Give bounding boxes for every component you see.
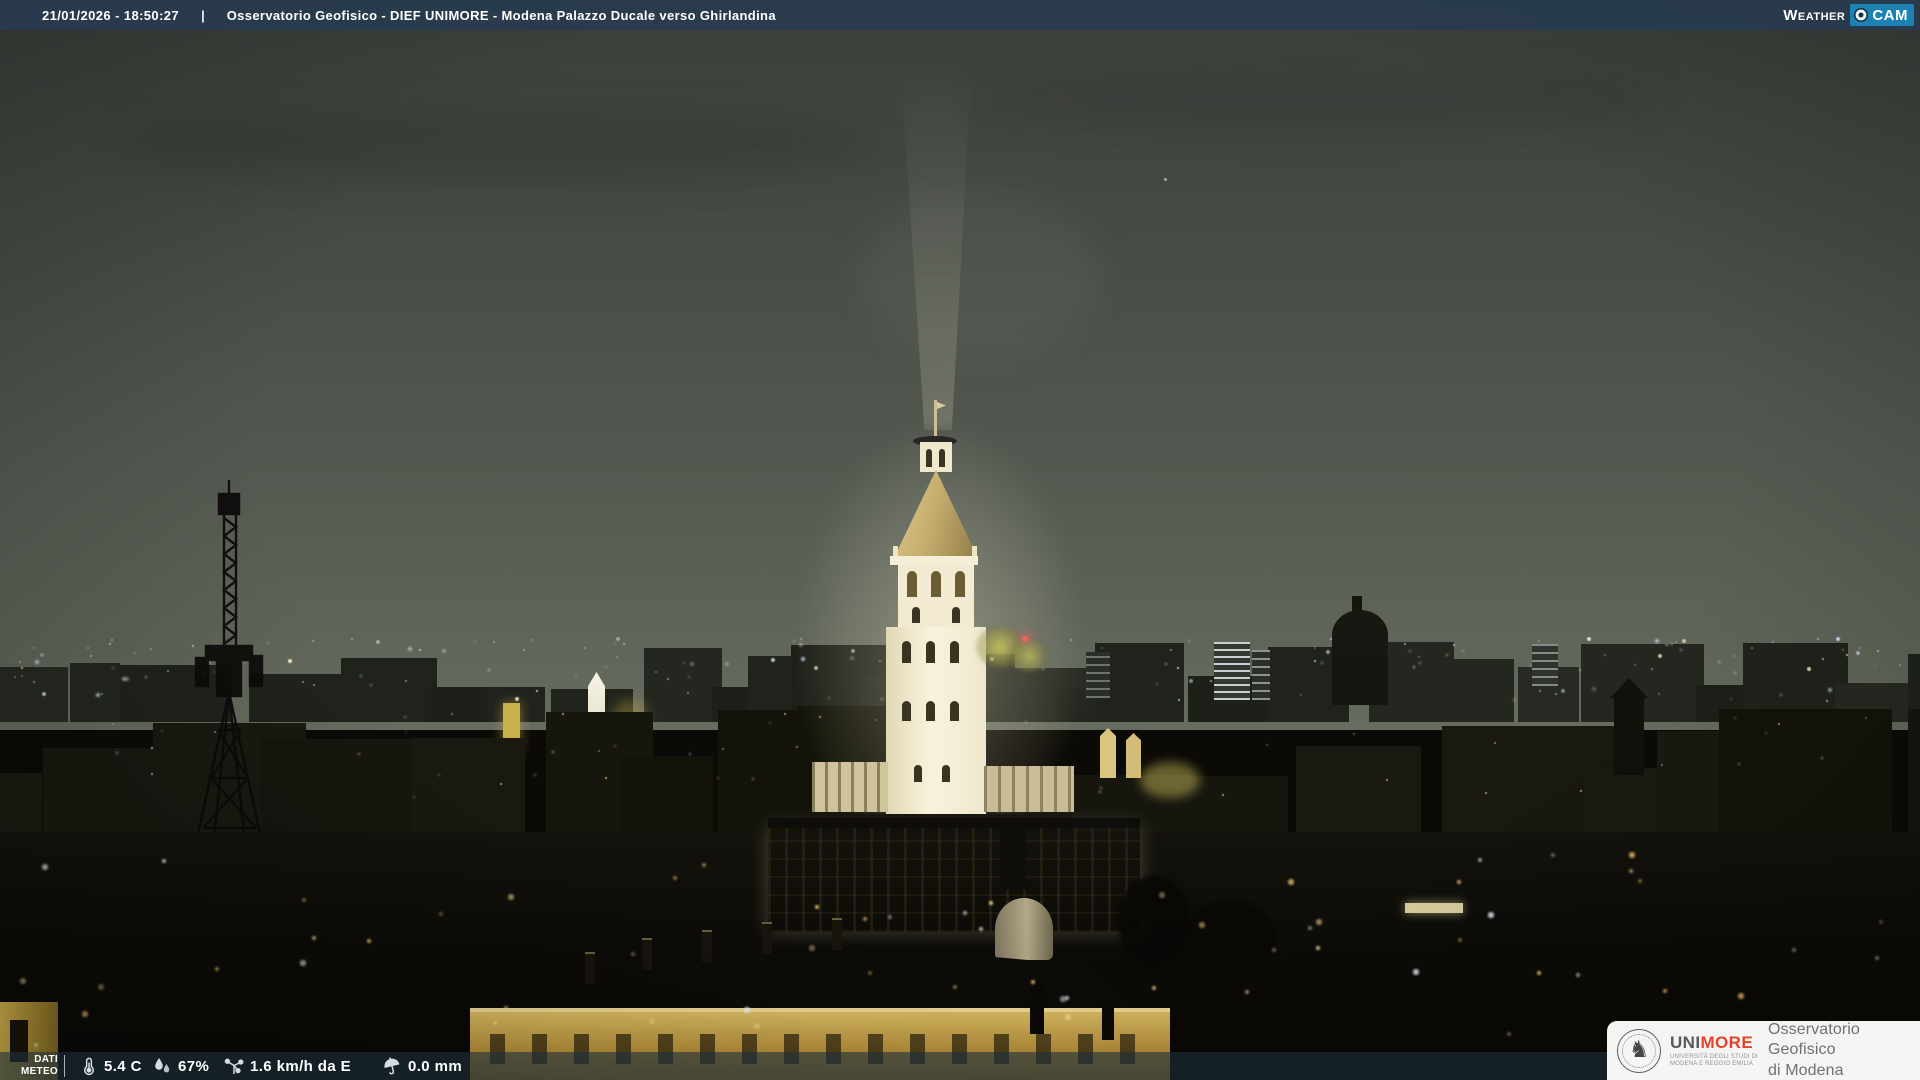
thermometer-icon (84, 1057, 94, 1076)
weathercam-cam-text: CAM (1872, 6, 1908, 24)
star-speck (1164, 178, 1167, 181)
anemometer-icon (224, 1058, 244, 1074)
chimney (702, 930, 712, 962)
twin-tower (1100, 728, 1116, 778)
tower-belfry (898, 565, 974, 627)
chimney (832, 918, 842, 950)
cloud-streak (980, 70, 1660, 130)
tower-cornice (890, 556, 978, 565)
unimore-credit-card: ♞ UNIMORE UNIVERSITÀ DEGLI STUDI DI MODE… (1607, 1021, 1920, 1080)
dome-drum (1332, 655, 1388, 705)
sky-glow-patch (860, 190, 1100, 360)
unimore-uni-text: UNI (1670, 1032, 1701, 1052)
horseman-glyph: ♞ (1628, 1036, 1650, 1063)
dati-meteo-label: DATI METEO (20, 1054, 58, 1077)
lit-highrise (1532, 644, 1558, 686)
university-subtitle-line2: MODENA E REGGIO EMILIA (1670, 1060, 1754, 1067)
roof-strip (768, 818, 1140, 828)
twin-tower (1126, 733, 1141, 778)
bare-tree-silhouette (1118, 876, 1190, 968)
label-divider (64, 1055, 65, 1077)
separator: | (201, 7, 205, 23)
camera-title: Osservatorio Geofisico - DIEF UNIMORE - … (226, 7, 776, 23)
camera-lens-icon (1854, 8, 1869, 22)
dark-chimney-block (1000, 826, 1026, 890)
dome-silhouette (1332, 610, 1388, 660)
tower-lantern (920, 442, 952, 472)
lit-foliage (1140, 762, 1200, 798)
unimore-seal-icon: ♞ (1616, 1028, 1662, 1074)
weathercam-logo: Weather CAM (1783, 4, 1914, 26)
umbrella-icon (384, 1057, 400, 1075)
bare-tree-silhouette (1184, 900, 1276, 980)
lit-low-building (984, 766, 1074, 812)
night-cityscape (0, 0, 1920, 1080)
chimney (585, 952, 595, 984)
webcam-frame: 21/01/2026 - 18:50:27 | Osservatorio Geo… (0, 0, 1920, 1080)
cupola-roof (995, 898, 1053, 960)
unimore-more-text: MORE (1700, 1032, 1754, 1052)
chimney (642, 938, 652, 970)
unimore-wordmark: UNIMORE UNIVERSITÀ DEGLI STUDI DI MODENA… (1670, 1032, 1759, 1068)
rain-reading: 0.0 mm (382, 1052, 462, 1080)
timestamp: 21/01/2026 - 18:50:27 (42, 7, 180, 23)
lit-highrise (1086, 652, 1110, 698)
wind-reading: 1.6 km/h da E (224, 1052, 351, 1080)
lit-low-building (812, 762, 888, 812)
university-subtitle-line1: UNIVERSITÀ DEGLI STUDI DI (1670, 1053, 1759, 1060)
weathercam-weather-text: Weather (1783, 6, 1846, 24)
tower-shaft (886, 627, 986, 833)
lit-highrise (1214, 642, 1250, 700)
weathercam-cam-badge: CAM (1850, 4, 1914, 26)
lit-facade-row (768, 826, 1140, 932)
lit-highrise (1252, 650, 1270, 700)
top-info-bar: 21/01/2026 - 18:50:27 | Osservatorio Geo… (0, 0, 1920, 30)
dark-church-tower (1614, 695, 1644, 775)
cloud-streak (120, 110, 880, 180)
lit-trees (1008, 640, 1050, 672)
chimney (762, 922, 772, 954)
humidity-drops-icon (155, 1058, 170, 1073)
temperature-reading: 5.4 C (80, 1052, 142, 1080)
observatory-name: Osservatorio Geofisico di Modena (1768, 1020, 1860, 1079)
humidity-reading: 67% (152, 1052, 209, 1080)
statue-silhouette (1030, 982, 1044, 1034)
statue-silhouette (1102, 998, 1114, 1040)
lit-sliver (1405, 903, 1463, 913)
